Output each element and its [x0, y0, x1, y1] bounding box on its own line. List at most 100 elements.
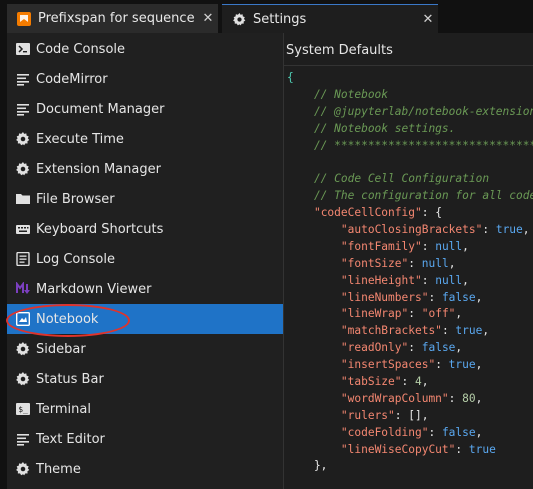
code-line: {	[287, 70, 533, 87]
code-token: false	[441, 290, 476, 304]
code-token: :	[435, 358, 449, 372]
code-token: ,	[475, 290, 483, 304]
code-token: "fontSize"	[340, 256, 409, 270]
code-token: // Notebook	[287, 87, 389, 101]
sidebar-item-codemirror[interactable]: CodeMirror	[7, 64, 283, 94]
gear-icon	[16, 372, 30, 386]
code-line: // @jupyterlab/notebook-extension:tracke…	[287, 104, 533, 121]
gear-icon	[16, 462, 30, 476]
sidebar-item-label: Status Bar	[36, 371, 104, 387]
sidebar-item-label: Extension Manager	[36, 161, 161, 177]
code-token: :	[408, 256, 422, 270]
svg-text:$_: $_	[18, 405, 28, 414]
sidebar-item-label: Log Console	[36, 251, 115, 267]
sidebar-item-label: Execute Time	[36, 131, 124, 147]
code-line: "fontSize": null,	[287, 256, 533, 273]
code-token: false	[441, 425, 476, 439]
code-editor[interactable]: { // Notebook // @jupyterlab/notebook-ex…	[287, 70, 533, 475]
code-token: "lineWiseCopyCut"	[340, 442, 456, 456]
code-token: ,	[482, 324, 490, 338]
code-token: "codeFolding"	[340, 425, 429, 439]
code-line: "rulers": [],	[287, 408, 533, 425]
code-token: "readOnly"	[340, 341, 409, 355]
code-line: "matchBrackets": true,	[287, 323, 533, 340]
sidebar-item-code-console[interactable]: Code Console	[7, 34, 283, 64]
sidebar-item-extension-manager[interactable]: Extension Manager	[7, 154, 283, 184]
code-line: // Notebook	[287, 87, 533, 104]
code-token: null	[435, 239, 463, 253]
sidebar-item-log-console[interactable]: Log Console	[7, 244, 283, 274]
code-token: // ********************************	[287, 138, 533, 152]
code-token: :	[421, 239, 436, 253]
code-token: : {	[421, 206, 442, 220]
code-token: // Notebook settings.	[287, 121, 456, 135]
code-token: ,	[455, 307, 463, 321]
code-line: "insertSpaces": true,	[287, 357, 533, 374]
sidebar-item-terminal[interactable]: $_ Terminal	[7, 394, 283, 424]
code-token: ,	[455, 341, 463, 355]
sidebar-item-sidebar[interactable]: Sidebar	[7, 334, 283, 364]
sidebar-item-theme[interactable]: Theme	[7, 454, 283, 484]
code-token: :	[428, 425, 442, 439]
code-token: "autoClosingBrackets"	[340, 223, 483, 237]
panel-title: System Defaults	[286, 43, 393, 58]
sidebar-item-notebook[interactable]: Notebook	[7, 304, 283, 334]
code-token: null	[435, 273, 463, 287]
list-icon	[16, 432, 30, 446]
code-token: :	[448, 391, 463, 405]
code-token: "codeCellConfig"	[313, 206, 422, 220]
code-line: // Code Cell Configuration	[287, 171, 533, 188]
code-token: :	[428, 290, 442, 304]
close-icon[interactable]: ✕	[198, 11, 218, 26]
close-icon[interactable]: ✕	[418, 12, 438, 27]
gear-icon	[16, 132, 30, 146]
gear-icon	[231, 11, 247, 27]
markdown-icon	[16, 282, 30, 296]
code-line: "lineNumbers": false,	[287, 290, 533, 307]
sidebar-item-markdown-viewer[interactable]: Markdown Viewer	[7, 274, 283, 304]
list-icon	[16, 72, 30, 86]
code-token: : [],	[394, 408, 429, 422]
sidebar-item-label: Notebook	[36, 311, 99, 327]
code-line: "fontFamily": null,	[287, 239, 533, 256]
code-line: "lineWrap": "off",	[287, 306, 533, 323]
tab-notebook-prefixspan[interactable]: Prefixspan for sequence path ✕	[7, 4, 218, 33]
code-token: ,	[448, 256, 456, 270]
sidebar-item-label: Terminal	[36, 401, 91, 417]
code-token: :	[421, 273, 436, 287]
sidebar-item-document-manager[interactable]: Document Manager	[7, 94, 283, 124]
sidebar-item-status-bar[interactable]: Status Bar	[7, 364, 283, 394]
tab-settings[interactable]: Settings ✕	[222, 4, 438, 33]
sidebar-item-label: Theme	[36, 461, 81, 477]
tab-bar: Prefixspan for sequence path ✕ Settings …	[0, 0, 533, 33]
code-token: },	[287, 459, 328, 473]
code-token: true	[448, 358, 476, 372]
code-token: "off"	[421, 307, 456, 321]
code-token: 4	[415, 375, 422, 389]
code-token: :	[408, 341, 422, 355]
sidebar-item-execute-time[interactable]: Execute Time	[7, 124, 283, 154]
tab-label: Settings	[253, 11, 307, 27]
code-token: "insertSpaces"	[340, 358, 436, 372]
code-token: ,	[475, 358, 483, 372]
code-token: "rulers"	[340, 408, 395, 422]
code-line: },	[287, 458, 533, 475]
code-token: "lineHeight"	[340, 273, 422, 287]
code-line: // The configuration for all code cells.	[287, 188, 533, 205]
folder-icon	[16, 192, 30, 206]
code-token: 80	[462, 391, 476, 405]
code-token: :	[401, 375, 415, 389]
sidebar-item-file-browser[interactable]: File Browser	[7, 184, 283, 214]
code-line: "tabSize": 4,	[287, 374, 533, 391]
sidebar-item-keyboard-shortcuts[interactable]: Keyboard Shortcuts	[7, 214, 283, 244]
code-token: ,	[462, 239, 469, 253]
sidebar-item-text-editor[interactable]: Text Editor	[7, 424, 283, 454]
code-line: "wordWrapColumn": 80,	[287, 391, 533, 408]
